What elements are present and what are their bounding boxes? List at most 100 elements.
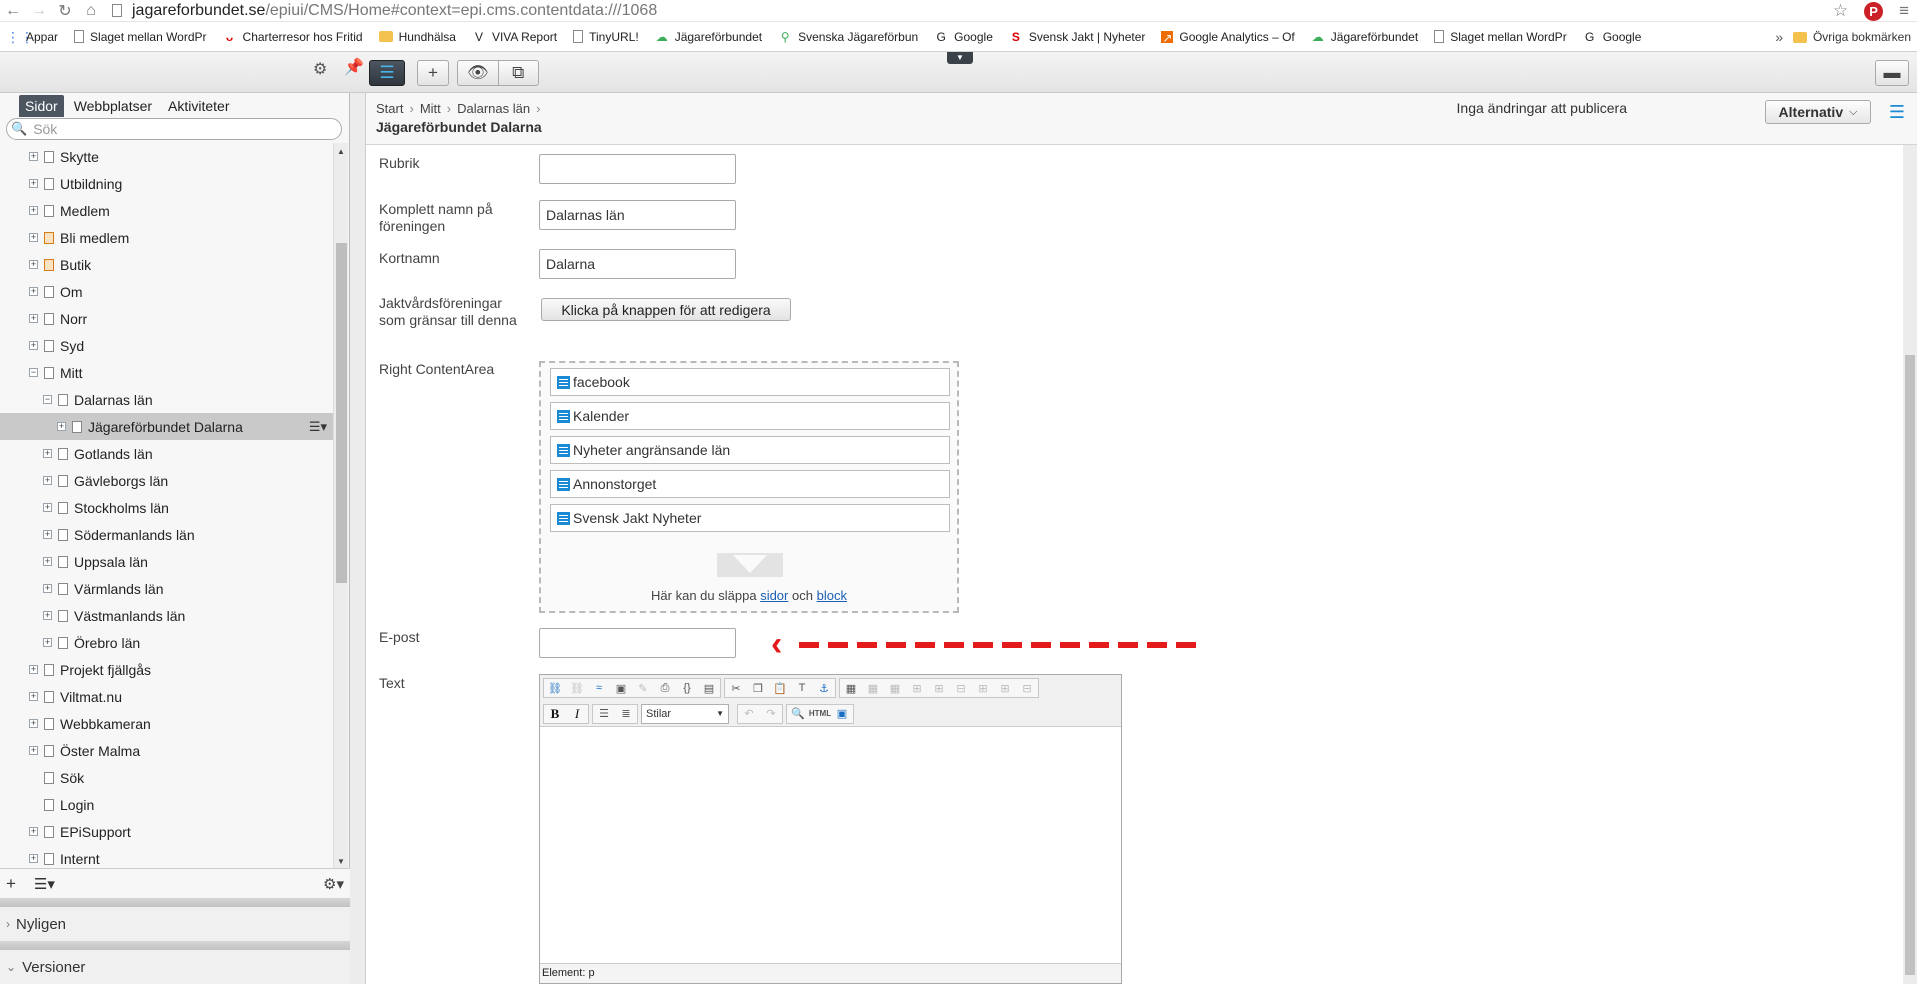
copy-icon[interactable]: ❐ (747, 679, 769, 697)
tree-node[interactable]: + Butik (0, 251, 333, 278)
more-bookmarks-button[interactable]: » (1775, 22, 1783, 52)
redo-icon[interactable]: ↷ (760, 705, 782, 723)
breadcrumb-item[interactable]: Dalarnas län (457, 101, 530, 116)
tree-node[interactable]: + Internt (0, 845, 333, 868)
toggle-assets-pane-button[interactable]: ▬ (1875, 60, 1909, 86)
gadget-versions[interactable]: ⌄ Versioner (0, 950, 350, 984)
expand-icon[interactable]: + (29, 206, 38, 215)
gadget-recent[interactable]: › Nyligen (0, 907, 350, 941)
back-icon[interactable]: ← (0, 2, 26, 20)
tree-node[interactable]: + Viltmat.nu (0, 683, 333, 710)
expand-icon[interactable]: + (29, 827, 38, 836)
expand-icon[interactable]: + (29, 233, 38, 242)
tree-scrollbar[interactable]: ▲ ▼ (333, 143, 348, 868)
expand-icon[interactable]: + (43, 557, 52, 566)
node-context-menu-icon[interactable]: ☰▾ (309, 419, 327, 435)
tree-node[interactable]: + Västmanlands län (0, 602, 333, 629)
bookmark-item[interactable]: Slaget mellan WordPr (1434, 30, 1567, 44)
insert-link-icon[interactable]: ⛓ (544, 679, 566, 697)
content-area-block[interactable]: Kalender (550, 402, 950, 430)
insert-table-icon[interactable]: ▦ (840, 679, 862, 697)
expand-icon[interactable]: + (43, 584, 52, 593)
numbered-list-icon[interactable]: ≣ (615, 705, 637, 723)
tree-node[interactable]: − Mitt (0, 359, 333, 386)
tree-node[interactable]: Sök (0, 764, 333, 791)
forward-icon[interactable]: → (26, 2, 52, 20)
bookmark-item[interactable]: Hundhälsa (378, 30, 456, 44)
expand-icon[interactable]: + (29, 692, 38, 701)
insert-media-icon[interactable]: ≈ (588, 679, 610, 697)
options-dropdown[interactable]: Alternativ ⌵ (1765, 100, 1871, 124)
expand-icon[interactable]: + (29, 314, 38, 323)
pin-icon[interactable]: 📌 (344, 57, 364, 77)
tree-node[interactable]: + Bli medlem (0, 224, 333, 251)
expand-icon[interactable]: + (43, 449, 52, 458)
short-name-input[interactable] (539, 249, 736, 279)
global-menu-handle[interactable]: ▼ (947, 52, 973, 64)
drop-hint-blocks-link[interactable]: block (817, 588, 847, 603)
gadget-separator[interactable] (0, 941, 350, 950)
drop-hint-pages-link[interactable]: sidor (760, 588, 788, 603)
bookmark-item[interactable]: S Svensk Jakt | Nyheter (1009, 30, 1146, 44)
editor-body[interactable] (540, 728, 1121, 963)
browser-menu-icon[interactable]: ≡ (1899, 1, 1909, 21)
expand-icon[interactable]: + (29, 287, 38, 296)
pinterest-icon[interactable]: P (1864, 1, 1884, 21)
delete-col-icon[interactable]: ⊟ (1016, 679, 1038, 697)
insert-row-after-icon[interactable]: ⊞ (928, 679, 950, 697)
add-button[interactable]: + (417, 60, 449, 86)
form-scroll-thumb[interactable] (1905, 355, 1915, 975)
anchor-icon[interactable]: ⚓ (813, 679, 835, 697)
paste-icon[interactable]: 📋 (769, 679, 791, 697)
tree-node[interactable]: + Projekt fjällgås (0, 656, 333, 683)
expand-icon[interactable]: + (43, 611, 52, 620)
bookmark-item[interactable]: ☁ Jägareförbundet (655, 30, 762, 44)
insert-row-before-icon[interactable]: ⊞ (906, 679, 928, 697)
preview-eye-icon[interactable]: 👁 (458, 61, 498, 85)
compare-view-icon[interactable]: ⧉ (497, 61, 539, 85)
tree-settings-gear-icon[interactable]: ⚙▾ (323, 875, 344, 893)
tree-node[interactable]: + EPiSupport (0, 818, 333, 845)
style-select[interactable]: Stilar ▼ (641, 703, 729, 724)
edit-image-icon[interactable]: ✎ (632, 679, 654, 697)
bookmark-item[interactable]: V VIVA Report (472, 30, 557, 44)
tab-activities[interactable]: Aktiviteter (162, 95, 235, 117)
insert-image-icon[interactable]: ▣ (610, 679, 632, 697)
expand-icon[interactable]: + (43, 638, 52, 647)
content-area-block[interactable]: Nyheter angränsande län (550, 436, 950, 464)
page-search[interactable]: 🔍 (6, 118, 342, 140)
tree-node[interactable]: + Uppsala län (0, 548, 333, 575)
form-scrollbar[interactable] (1903, 145, 1917, 984)
expand-icon[interactable]: + (29, 341, 38, 350)
expand-icon[interactable]: + (57, 422, 66, 431)
content-area-block[interactable]: facebook (550, 368, 950, 396)
tab-sites[interactable]: Webbplatser (68, 95, 158, 117)
pane-splitter[interactable] (350, 93, 366, 984)
expand-icon[interactable]: + (29, 854, 38, 863)
unlink-icon[interactable]: ⛓ (566, 679, 588, 697)
tree-node[interactable]: + Syd (0, 332, 333, 359)
expand-icon[interactable]: + (43, 503, 52, 512)
scroll-up-icon[interactable]: ▲ (337, 147, 345, 156)
email-input[interactable] (539, 628, 736, 658)
expand-icon[interactable]: + (29, 665, 38, 674)
tree-node[interactable]: + Värmlands län (0, 575, 333, 602)
tree-node[interactable]: + Utbildning (0, 170, 333, 197)
tree-node[interactable]: + Gotlands län (0, 440, 333, 467)
bullet-list-icon[interactable]: ☰ (593, 705, 615, 723)
bookmark-item[interactable]: ☁ Jägareförbundet (1311, 30, 1418, 44)
edit-neighbours-button[interactable]: Klicka på knappen för att redigera (541, 298, 791, 321)
delete-row-icon[interactable]: ⊟ (950, 679, 972, 697)
right-content-area[interactable]: Här kan du släppa sidor och block facebo… (539, 361, 959, 613)
list-menu-icon[interactable]: ☰▾ (34, 875, 55, 893)
tree-node[interactable]: + Om (0, 278, 333, 305)
expand-icon[interactable]: + (43, 476, 52, 485)
insert-code-icon[interactable]: {} (676, 679, 698, 697)
expand-icon[interactable]: + (43, 530, 52, 539)
star-icon[interactable]: ☆ (1833, 1, 1848, 21)
insert-col-before-icon[interactable]: ⊞ (972, 679, 994, 697)
tree-node[interactable]: + Webbkameran (0, 710, 333, 737)
collapse-icon[interactable]: − (29, 368, 38, 377)
rubrik-input[interactable] (539, 154, 736, 184)
gadget-separator[interactable] (0, 898, 350, 907)
